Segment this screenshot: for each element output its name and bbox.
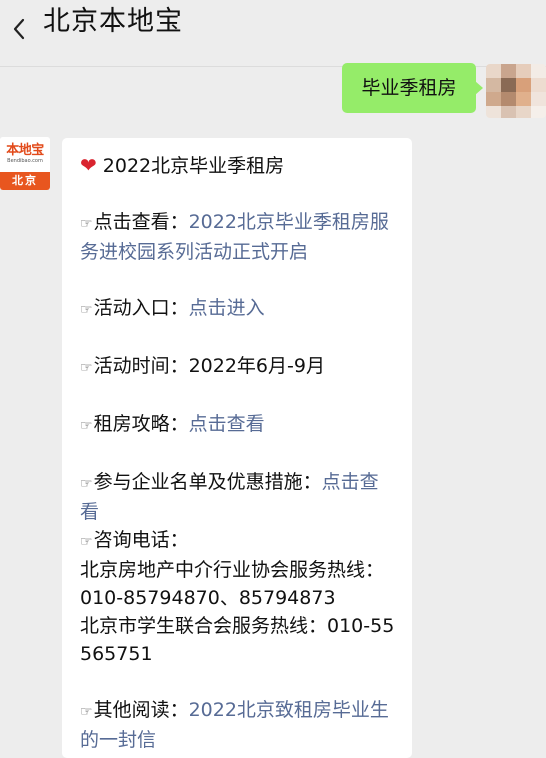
time-value: 2022年6月-9月 bbox=[188, 355, 325, 377]
chat-header: 北京本地宝 bbox=[0, 0, 546, 67]
pointing-hand-icon: ☞ bbox=[80, 418, 93, 434]
check-label: 点击查看： bbox=[93, 211, 189, 233]
pointing-hand-icon: ☞ bbox=[80, 360, 93, 376]
article-title: 2022北京毕业季租房 bbox=[102, 155, 285, 177]
logo-city-label: 北京 bbox=[0, 172, 50, 190]
pointing-hand-icon: ☞ bbox=[80, 216, 93, 232]
pointing-hand-icon: ☞ bbox=[80, 476, 93, 492]
time-label: 活动时间： bbox=[93, 355, 189, 377]
pointing-hand-icon: ☞ bbox=[80, 704, 93, 720]
article-title-line: ❤ 2022北京毕业季租房 bbox=[80, 151, 396, 180]
chat-title: 北京本地宝 bbox=[43, 6, 183, 37]
back-button[interactable] bbox=[8, 13, 30, 45]
guide-label: 租房攻略： bbox=[93, 413, 189, 435]
hotline-agency: 北京房地产中介行业协会服务热线：010-85794870、85794873 bbox=[80, 559, 385, 609]
hotline-label: 咨询电话： bbox=[93, 529, 189, 551]
pointing-hand-icon: ☞ bbox=[80, 534, 93, 550]
other-label: 其他阅读： bbox=[93, 699, 189, 721]
entry-line: ☞活动入口：点击进入 bbox=[80, 294, 396, 324]
my-avatar[interactable] bbox=[486, 64, 546, 118]
heart-icon: ❤ bbox=[80, 153, 97, 177]
pointing-hand-icon: ☞ bbox=[80, 302, 93, 318]
reply-message-bubble: ❤ 2022北京毕业季租房 ☞点击查看：2022北京毕业季租房服务进校园系列活动正… bbox=[62, 138, 412, 758]
companies-label: 参与企业名单及优惠措施： bbox=[93, 471, 322, 493]
hotline-header-line: ☞咨询电话： bbox=[80, 526, 396, 556]
time-line: ☞活动时间：2022年6月-9月 bbox=[80, 352, 396, 382]
companies-line: ☞参与企业名单及优惠措施：点击查看 bbox=[80, 468, 396, 526]
hotline-student-union: 北京市学生联合会服务热线：010-55565751 bbox=[80, 615, 395, 665]
bendibao-logo: 本地宝 Bendibao.com bbox=[0, 137, 50, 172]
my-message-bubble[interactable]: 毕业季租房 bbox=[342, 63, 483, 113]
guide-line: ☞租房攻略：点击查看 bbox=[80, 410, 396, 440]
entry-label: 活动入口： bbox=[93, 297, 189, 319]
other-reading-line: ☞其他阅读：2022北京致租房毕业生的一封信 bbox=[80, 696, 396, 754]
activity-entry-link[interactable]: 点击进入 bbox=[189, 297, 265, 319]
rental-guide-link[interactable]: 点击查看 bbox=[189, 413, 265, 435]
chevron-left-icon bbox=[13, 18, 25, 40]
check-line: ☞点击查看：2022北京毕业季租房服务进校园系列活动正式开启 bbox=[80, 208, 396, 266]
official-account-avatar[interactable]: 本地宝 Bendibao.com 北京 bbox=[0, 137, 50, 190]
